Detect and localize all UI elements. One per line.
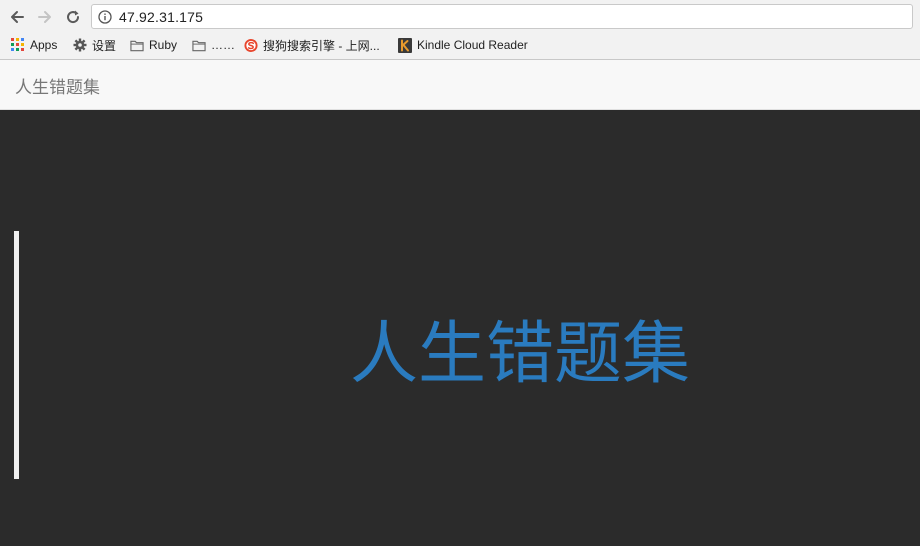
bookmarks-bar: Apps 设置 Ruby …… 搜狗搜索引擎 - 上网... Kindle Cl… bbox=[0, 33, 920, 57]
folder-icon bbox=[192, 38, 206, 52]
forward-arrow-icon bbox=[38, 11, 51, 23]
bookmark-label: 设置 bbox=[92, 38, 117, 53]
bookmark-label: Kindle Cloud Reader bbox=[417, 38, 528, 52]
bookmark-sogou[interactable]: 搜狗搜索引擎 - 上网... bbox=[244, 37, 380, 53]
bookmark-label: Ruby bbox=[149, 38, 178, 52]
apps-grid-icon bbox=[11, 38, 25, 52]
address-bar[interactable]: 47.92.31.175 bbox=[91, 4, 913, 29]
browser-chrome: 47.92.31.175 Apps 设置 Ruby …… 搜狗搜索引擎 - 上网… bbox=[0, 0, 920, 60]
bookmark-folder-ruby[interactable]: Ruby bbox=[130, 37, 177, 53]
info-icon[interactable] bbox=[98, 10, 112, 24]
bookmark-apps[interactable]: Apps bbox=[11, 37, 57, 53]
url-text[interactable]: 47.92.31.175 bbox=[119, 9, 203, 25]
browser-toolbar: 47.92.31.175 bbox=[0, 0, 920, 33]
folder-icon bbox=[130, 38, 144, 52]
bookmark-folder-misc[interactable]: …… bbox=[192, 37, 235, 53]
site-navbar: 人生错题集 bbox=[0, 60, 920, 110]
bookmark-kindle[interactable]: Kindle Cloud Reader bbox=[398, 37, 528, 53]
bookmark-settings[interactable]: 设置 bbox=[73, 37, 116, 53]
gear-icon bbox=[73, 38, 87, 52]
reload-button[interactable] bbox=[63, 7, 83, 27]
back-arrow-icon bbox=[11, 11, 24, 23]
bookmark-label: Apps bbox=[30, 38, 58, 52]
bookmark-label: …… bbox=[211, 38, 235, 52]
bookmark-label: 搜狗搜索引擎 - 上网... bbox=[263, 38, 380, 53]
back-button[interactable] bbox=[7, 7, 27, 27]
hero-title: 人生错题集 bbox=[349, 315, 690, 394]
kindle-icon bbox=[398, 37, 412, 53]
sogou-icon bbox=[244, 38, 258, 52]
hero-section: 人生错题集 bbox=[0, 110, 920, 546]
navbar-brand[interactable]: 人生错题集 bbox=[15, 73, 100, 98]
forward-button[interactable] bbox=[35, 7, 55, 27]
reload-icon bbox=[67, 10, 80, 24]
